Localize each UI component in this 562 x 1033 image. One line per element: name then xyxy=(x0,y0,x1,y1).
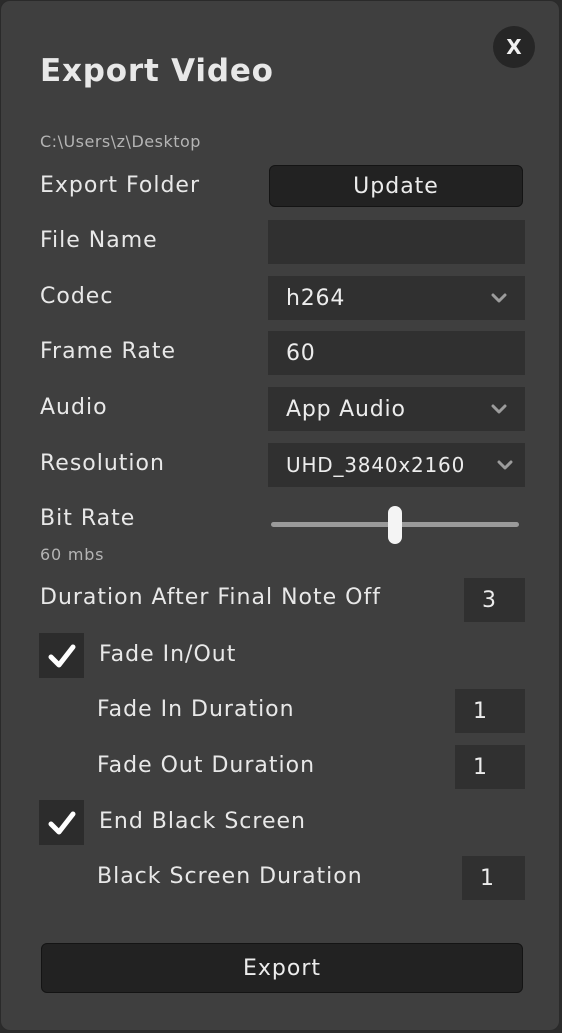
frame-rate-label: Frame Rate xyxy=(40,339,176,364)
audio-select[interactable]: App Audio xyxy=(268,387,525,431)
fade-checkbox[interactable] xyxy=(39,633,84,678)
end-black-screen-checkbox[interactable] xyxy=(39,800,84,845)
resolution-selected-value: UHD_3840x2160 xyxy=(286,453,466,477)
dialog-title: Export Video xyxy=(40,53,274,89)
checkmark-icon xyxy=(48,811,75,834)
export-button-label: Export xyxy=(242,955,321,981)
bit-rate-label: Bit Rate xyxy=(40,506,136,531)
export-video-dialog: X Export Video C:\Users\z\Desktop Export… xyxy=(0,0,560,1031)
bit-rate-slider-handle[interactable] xyxy=(388,506,402,544)
black-screen-duration-label: Black Screen Duration xyxy=(97,864,363,889)
chevron-down-icon xyxy=(491,404,507,414)
black-screen-duration-input[interactable]: 1 xyxy=(462,856,525,900)
export-folder-label: Export Folder xyxy=(40,173,200,198)
codec-label: Codec xyxy=(40,284,114,309)
close-icon: X xyxy=(506,35,522,59)
codec-selected-value: h264 xyxy=(286,285,346,311)
fade-label: Fade In/Out xyxy=(99,642,237,667)
fade-out-duration-label: Fade Out Duration xyxy=(97,753,316,778)
fade-in-duration-input[interactable]: 1 xyxy=(455,689,525,733)
close-button[interactable]: X xyxy=(493,26,535,68)
file-name-label: File Name xyxy=(40,228,158,253)
resolution-select[interactable]: UHD_3840x2160 xyxy=(268,443,525,487)
chevron-down-icon xyxy=(497,460,513,470)
resolution-label: Resolution xyxy=(40,451,165,476)
duration-after-label: Duration After Final Note Off xyxy=(40,585,381,610)
fade-in-duration-label: Fade In Duration xyxy=(97,697,295,722)
fade-out-duration-input[interactable]: 1 xyxy=(455,745,525,789)
bit-rate-value: 60 mbs xyxy=(40,545,105,564)
export-path: C:\Users\z\Desktop xyxy=(40,132,201,151)
end-black-screen-label: End Black Screen xyxy=(99,809,306,834)
file-name-input[interactable] xyxy=(268,220,525,264)
update-folder-button[interactable]: Update xyxy=(269,165,523,207)
audio-label: Audio xyxy=(40,395,108,420)
update-button-label: Update xyxy=(353,173,439,199)
frame-rate-input[interactable]: 60 xyxy=(268,331,525,375)
export-button[interactable]: Export xyxy=(41,943,523,993)
codec-select[interactable]: h264 xyxy=(268,276,525,320)
chevron-down-icon xyxy=(491,293,507,303)
checkmark-icon xyxy=(48,644,75,667)
audio-selected-value: App Audio xyxy=(286,396,406,422)
duration-after-input[interactable]: 3 xyxy=(464,578,525,622)
